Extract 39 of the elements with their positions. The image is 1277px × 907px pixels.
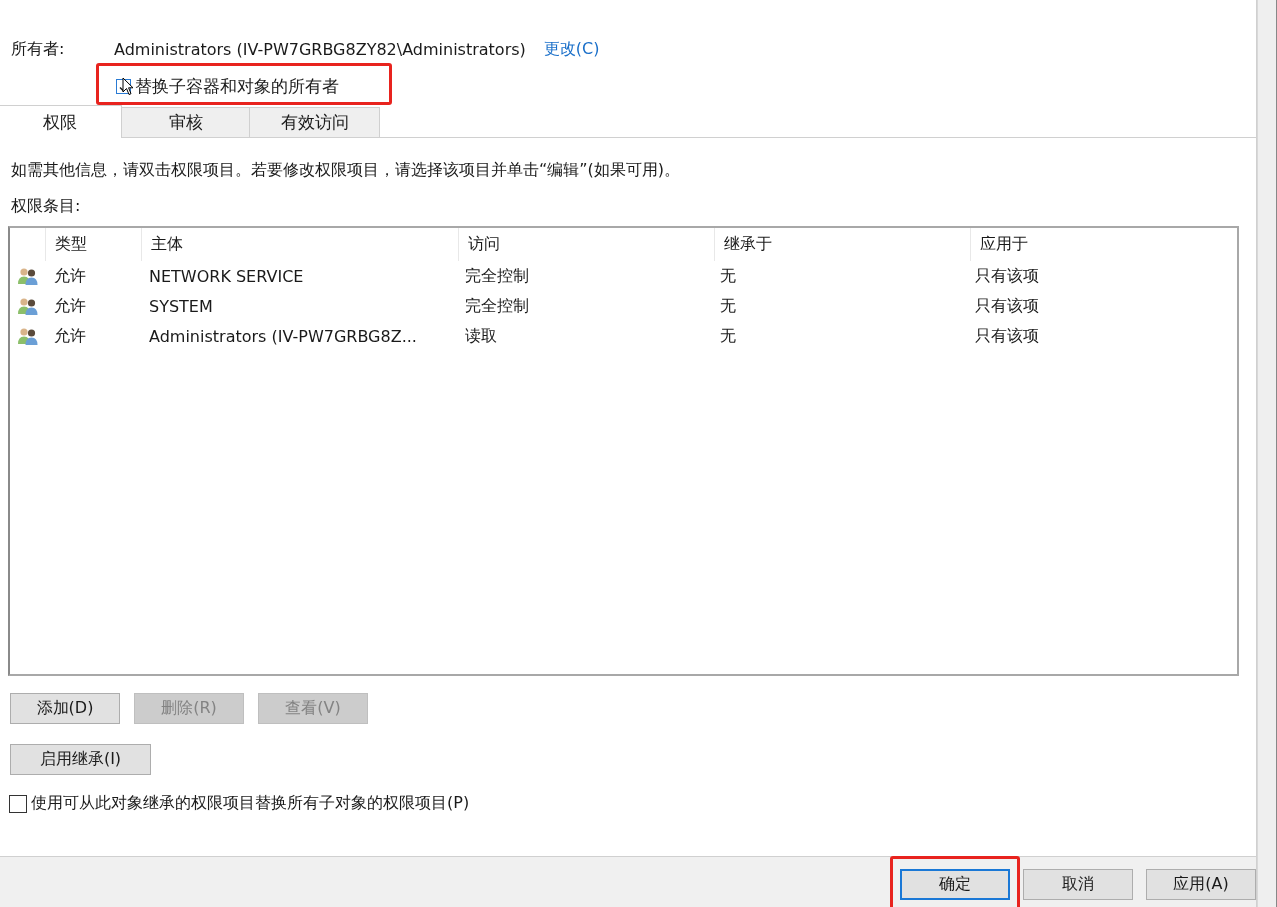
tab[interactable]: 审核 (121, 107, 250, 137)
column-header[interactable]: 应用于 (970, 228, 1237, 261)
button[interactable]: 确定 (900, 869, 1010, 900)
table-cell-text: 只有该项 (974, 325, 1040, 347)
table-cell-text: 只有该项 (974, 265, 1040, 287)
table-cell-text: NETWORK SERVICE (148, 266, 305, 286)
table-cell-text: 只有该项 (974, 295, 1040, 317)
column-header[interactable]: 继承于 (714, 228, 970, 261)
table-cell-text: SYSTEM (148, 296, 214, 316)
table-cell-text: 允许 (53, 265, 87, 287)
owner-value: Administrators (IV-PW7GRBG8ZY82\Administrators) (114, 39, 526, 59)
tab[interactable]: 有效访问 (249, 107, 380, 137)
checkbox-label: 替换子容器和对象的所有者 (135, 75, 339, 98)
entries-label: 权限条目: (10, 195, 82, 217)
tab[interactable]: 权限 (0, 105, 122, 138)
users-icon (16, 327, 39, 345)
button[interactable]: 添加(D) (10, 693, 120, 724)
table-cell-text: 允许 (53, 295, 87, 317)
users-icon (16, 297, 39, 315)
table-cell-text: 完全控制 (464, 295, 530, 317)
table-cell-text: 读取 (464, 325, 498, 347)
column-header[interactable]: 类型 (45, 228, 141, 261)
table-cell-text: 完全控制 (464, 265, 530, 287)
table-cell-text: 无 (719, 265, 737, 287)
column-header[interactable]: 主体 (141, 228, 458, 261)
table-cell-text: 允许 (53, 325, 87, 347)
table-cell-text: Administrators (IV-PW7GRBG8Z... (148, 326, 418, 346)
button[interactable]: 取消 (1023, 869, 1133, 900)
info-text: 如需其他信息，请双击权限项目。若要修改权限项目，请选择该项目并单击“编辑”(如果可用)。 (10, 159, 682, 181)
owner-label: 所有者: (11, 38, 66, 60)
button[interactable]: 应用(A) (1146, 869, 1256, 900)
users-icon (16, 267, 39, 285)
column-header[interactable]: 访问 (458, 228, 714, 261)
table-cell-text: 无 (719, 325, 737, 347)
checkbox-label: 使用可从此对象继承的权限项目替换所有子对象的权限项目(P) (31, 793, 470, 814)
table-cell-text: 无 (719, 295, 737, 317)
checkbox[interactable] (9, 794, 27, 813)
change-link[interactable]: 更改(C) (543, 38, 600, 60)
button[interactable]: 启用继承(I) (10, 744, 151, 775)
